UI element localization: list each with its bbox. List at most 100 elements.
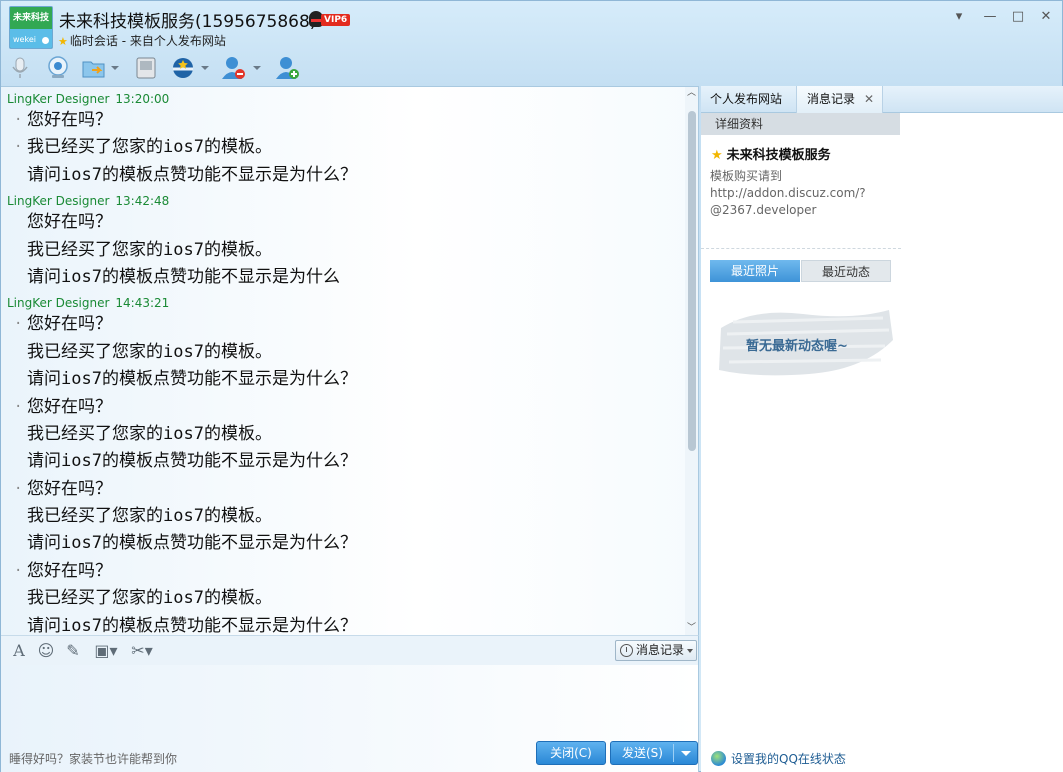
app-center-button[interactable] <box>171 55 211 83</box>
message-time: 13:42:48 <box>115 194 170 209</box>
file-transfer-icon <box>82 61 105 78</box>
send-button-divider <box>673 744 674 762</box>
chevron-down-icon <box>687 649 693 653</box>
clock-icon <box>620 644 633 657</box>
empty-state-text: 暂无最新动态喔~ <box>746 339 848 354</box>
minimize-button[interactable]: — <box>980 7 1000 27</box>
message-line: 我已经买了您家的ios7的模板。 <box>27 423 272 444</box>
message-header: LingKer Designer 13:42:48 <box>7 189 685 209</box>
message-line: 您好在吗？ <box>14 558 685 586</box>
contact-name: ★ 未来科技模板服务 <box>711 144 831 163</box>
add-contact-icon <box>276 57 299 79</box>
sender-name[interactable]: LingKer Designer <box>7 92 109 106</box>
tab-message-history[interactable]: 消息记录 ✕ <box>797 86 883 113</box>
message-line: 请问ios7的模板点赞功能不显示是为什么？ <box>27 451 357 472</box>
chevron-down-icon <box>253 66 261 70</box>
star-icon: ★ <box>58 35 68 48</box>
globe-icon <box>711 751 726 766</box>
send-button-label: 发送(S) <box>622 746 663 760</box>
message-time: 13:20:00 <box>115 92 170 106</box>
message-line: 您好在吗？ <box>14 107 685 135</box>
vip-badge[interactable]: VIP6 <box>309 11 357 27</box>
tab-recent-activity[interactable]: 最近动态 <box>801 260 891 282</box>
message-time: 14:43:21 <box>115 296 170 311</box>
message-line: 请问ios7的模板点赞功能不显示是为什么？ <box>27 533 357 554</box>
message-line: 我已经买了您家的ios7的模板。 <box>27 506 272 527</box>
message-line: 请问ios7的模板点赞功能不显示是为什么？ <box>27 369 357 390</box>
remove-contact-button[interactable] <box>221 55 263 83</box>
add-contact-button[interactable] <box>275 55 301 83</box>
microphone-icon <box>12 57 28 78</box>
history-button[interactable]: 消息记录 <box>615 640 697 661</box>
contact-name-text: 未来科技模板服务 <box>726 148 831 163</box>
scroll-up-icon[interactable]: ︿ <box>687 89 696 98</box>
message-line: 您好在吗？ <box>14 476 685 504</box>
star-icon: ★ <box>711 148 723 163</box>
message-line: 您好在吗？ <box>14 394 685 422</box>
message-header: LingKer Designer 14:43:21 <box>7 291 685 311</box>
contact-description: 模板购买请到 http://addon.discuz.com/? @2367.d… <box>710 168 900 219</box>
message-line: 我已经买了您家的ios7的模板。 <box>14 134 685 162</box>
screenshot-scissors-icon[interactable]: ✂▾ <box>127 642 157 660</box>
send-button[interactable]: 发送(S) <box>610 741 698 765</box>
right-side-panel: 个人发布网站 消息记录 ✕ 详细资料 ★ 未来科技模板服务 模板购买请到 http… <box>701 86 1063 772</box>
tab-personal-site[interactable]: 个人发布网站 <box>701 86 797 113</box>
video-button[interactable] <box>45 55 71 83</box>
qq-status-label: 设置我的QQ在线状态 <box>731 752 846 766</box>
message-input[interactable]: 睡得好吗？家装节也许能帮到你 关闭(C) 发送(S) <box>1 665 699 772</box>
description-line: http://addon.discuz.com/? <box>710 186 866 200</box>
vip-level: VIP6 <box>321 14 351 26</box>
message-header: LingKer Designer 13:20:00 <box>7 87 685 107</box>
screen-share-button[interactable] <box>133 55 159 83</box>
input-toolbar: A ☺ ✎ ▣▾ ✂▾ 消息记录 <box>1 635 699 665</box>
maximize-button[interactable]: □ <box>1008 7 1028 27</box>
sender-name[interactable]: LingKer Designer <box>7 194 109 208</box>
screen-icon <box>136 57 156 79</box>
history-button-label: 消息记录 <box>636 643 685 657</box>
contact-avatar[interactable]: 未来科技 wekei <box>9 6 53 49</box>
edit-icon[interactable]: ✎ <box>64 642 82 660</box>
qq-status-link[interactable]: 设置我的QQ在线状态 <box>711 750 846 767</box>
scroll-down-icon[interactable]: ﹀ <box>687 624 696 633</box>
ad-hint-link[interactable]: 睡得好吗？家装节也许能帮到你 <box>9 750 177 767</box>
file-transfer-button[interactable] <box>81 55 121 83</box>
side-tabs: 个人发布网站 消息记录 ✕ <box>701 86 1063 113</box>
avatar-top-text: 未来科技 <box>10 7 52 29</box>
session-subtitle-text: 临时会话 - 来自个人发布网站 <box>69 34 226 48</box>
emoji-icon[interactable]: ☺ <box>37 642 55 660</box>
message-line: 我已经买了您家的ios7的模板。 <box>27 239 272 260</box>
tab-message-history-label: 消息记录 <box>807 92 856 106</box>
divider <box>701 248 901 249</box>
message-line: 请问ios7的模板点赞功能不显示是为什么 <box>27 266 340 287</box>
message-line: 我已经买了您家的ios7的模板。 <box>27 341 272 362</box>
message-list: LingKer Designer13:20:00您好在吗？我已经买了您家的ios… <box>1 87 685 635</box>
detail-section-header: 详细资料 <box>701 113 900 135</box>
window-title: 未来科技模板服务(1595675868) <box>59 12 317 32</box>
send-options-chevron-icon[interactable] <box>681 751 691 756</box>
session-subtitle: ★ 临时会话 - 来自个人发布网站 <box>58 32 226 49</box>
avatar-bottom-text: wekei <box>10 29 52 48</box>
chat-toolbar <box>1 53 701 85</box>
description-line: @2367.developer <box>710 203 817 217</box>
chevron-down-icon <box>201 66 209 70</box>
scrollbar-thumb[interactable] <box>688 111 696 451</box>
message-line: 您好在吗？ <box>27 212 112 233</box>
chevron-down-icon <box>111 66 119 70</box>
font-icon[interactable]: A <box>10 642 28 660</box>
chat-window: 未来科技 wekei 未来科技模板服务(1595675868) VIP6 ★ 临时… <box>0 0 1063 772</box>
message-line: 我已经买了您家的ios7的模板。 <box>27 588 272 609</box>
close-button[interactable]: 关闭(C) <box>536 741 606 765</box>
description-line: 模板购买请到 <box>710 169 783 183</box>
message-line: 您好在吗？ <box>14 311 685 339</box>
voice-button[interactable] <box>7 55 33 83</box>
close-window-button[interactable]: ✕ <box>1036 7 1056 27</box>
sender-name[interactable]: LingKer Designer <box>7 296 109 310</box>
image-icon[interactable]: ▣▾ <box>91 642 121 660</box>
app-center-icon <box>173 58 193 78</box>
video-icon <box>48 56 68 78</box>
tab-recent-photos[interactable]: 最近照片 <box>710 260 800 282</box>
close-tab-icon[interactable]: ✕ <box>864 86 874 113</box>
message-history-pane[interactable]: LingKer Designer13:20:00您好在吗？我已经买了您家的ios… <box>1 86 699 635</box>
chat-scrollbar[interactable]: ︿ ﹀ <box>685 87 698 635</box>
menu-dropdown-button[interactable]: ▾ <box>949 7 969 27</box>
